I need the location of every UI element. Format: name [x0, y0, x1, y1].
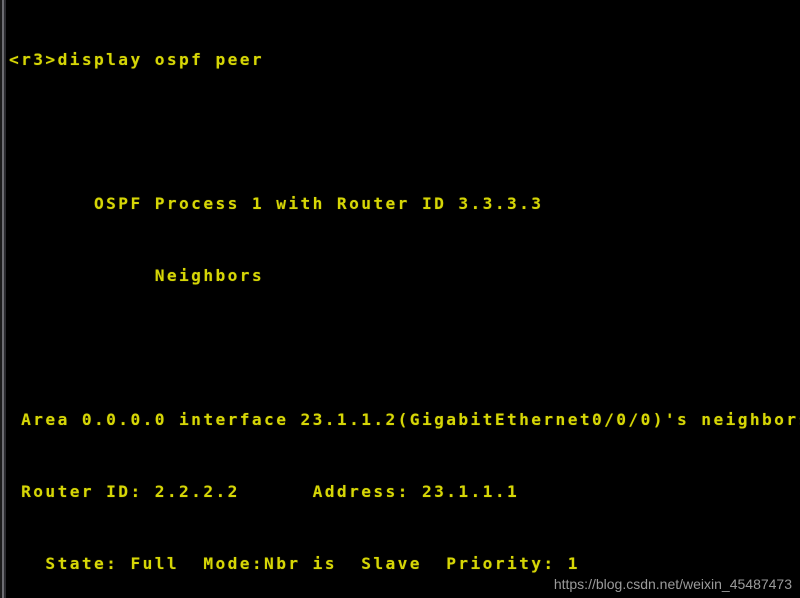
- terminal-line-process: OSPF Process 1 with Router ID 3.3.3.3: [9, 194, 544, 213]
- scrollbar-rail-shadow: [4, 0, 6, 598]
- terminal-line-neighbors-header-1: Neighbors: [9, 266, 265, 285]
- terminal-window: <r3>display ospf peer OSPF Process 1 wit…: [0, 0, 800, 598]
- window-left-gutter: [0, 0, 6, 598]
- terminal-line-state-1: State: Full Mode:Nbr is Slave Priority: …: [9, 554, 580, 573]
- watermark-url: https://blog.csdn.net/weixin_45487473: [553, 576, 792, 592]
- terminal-line-area-1: Area 0.0.0.0 interface 23.1.1.2(GigabitE…: [9, 410, 800, 429]
- terminal-line-routerid-1: Router ID: 2.2.2.2 Address: 23.1.1.1: [9, 482, 520, 501]
- terminal-line-command: <r3>display ospf peer: [9, 50, 265, 69]
- terminal-output[interactable]: <r3>display ospf peer OSPF Process 1 wit…: [9, 0, 800, 598]
